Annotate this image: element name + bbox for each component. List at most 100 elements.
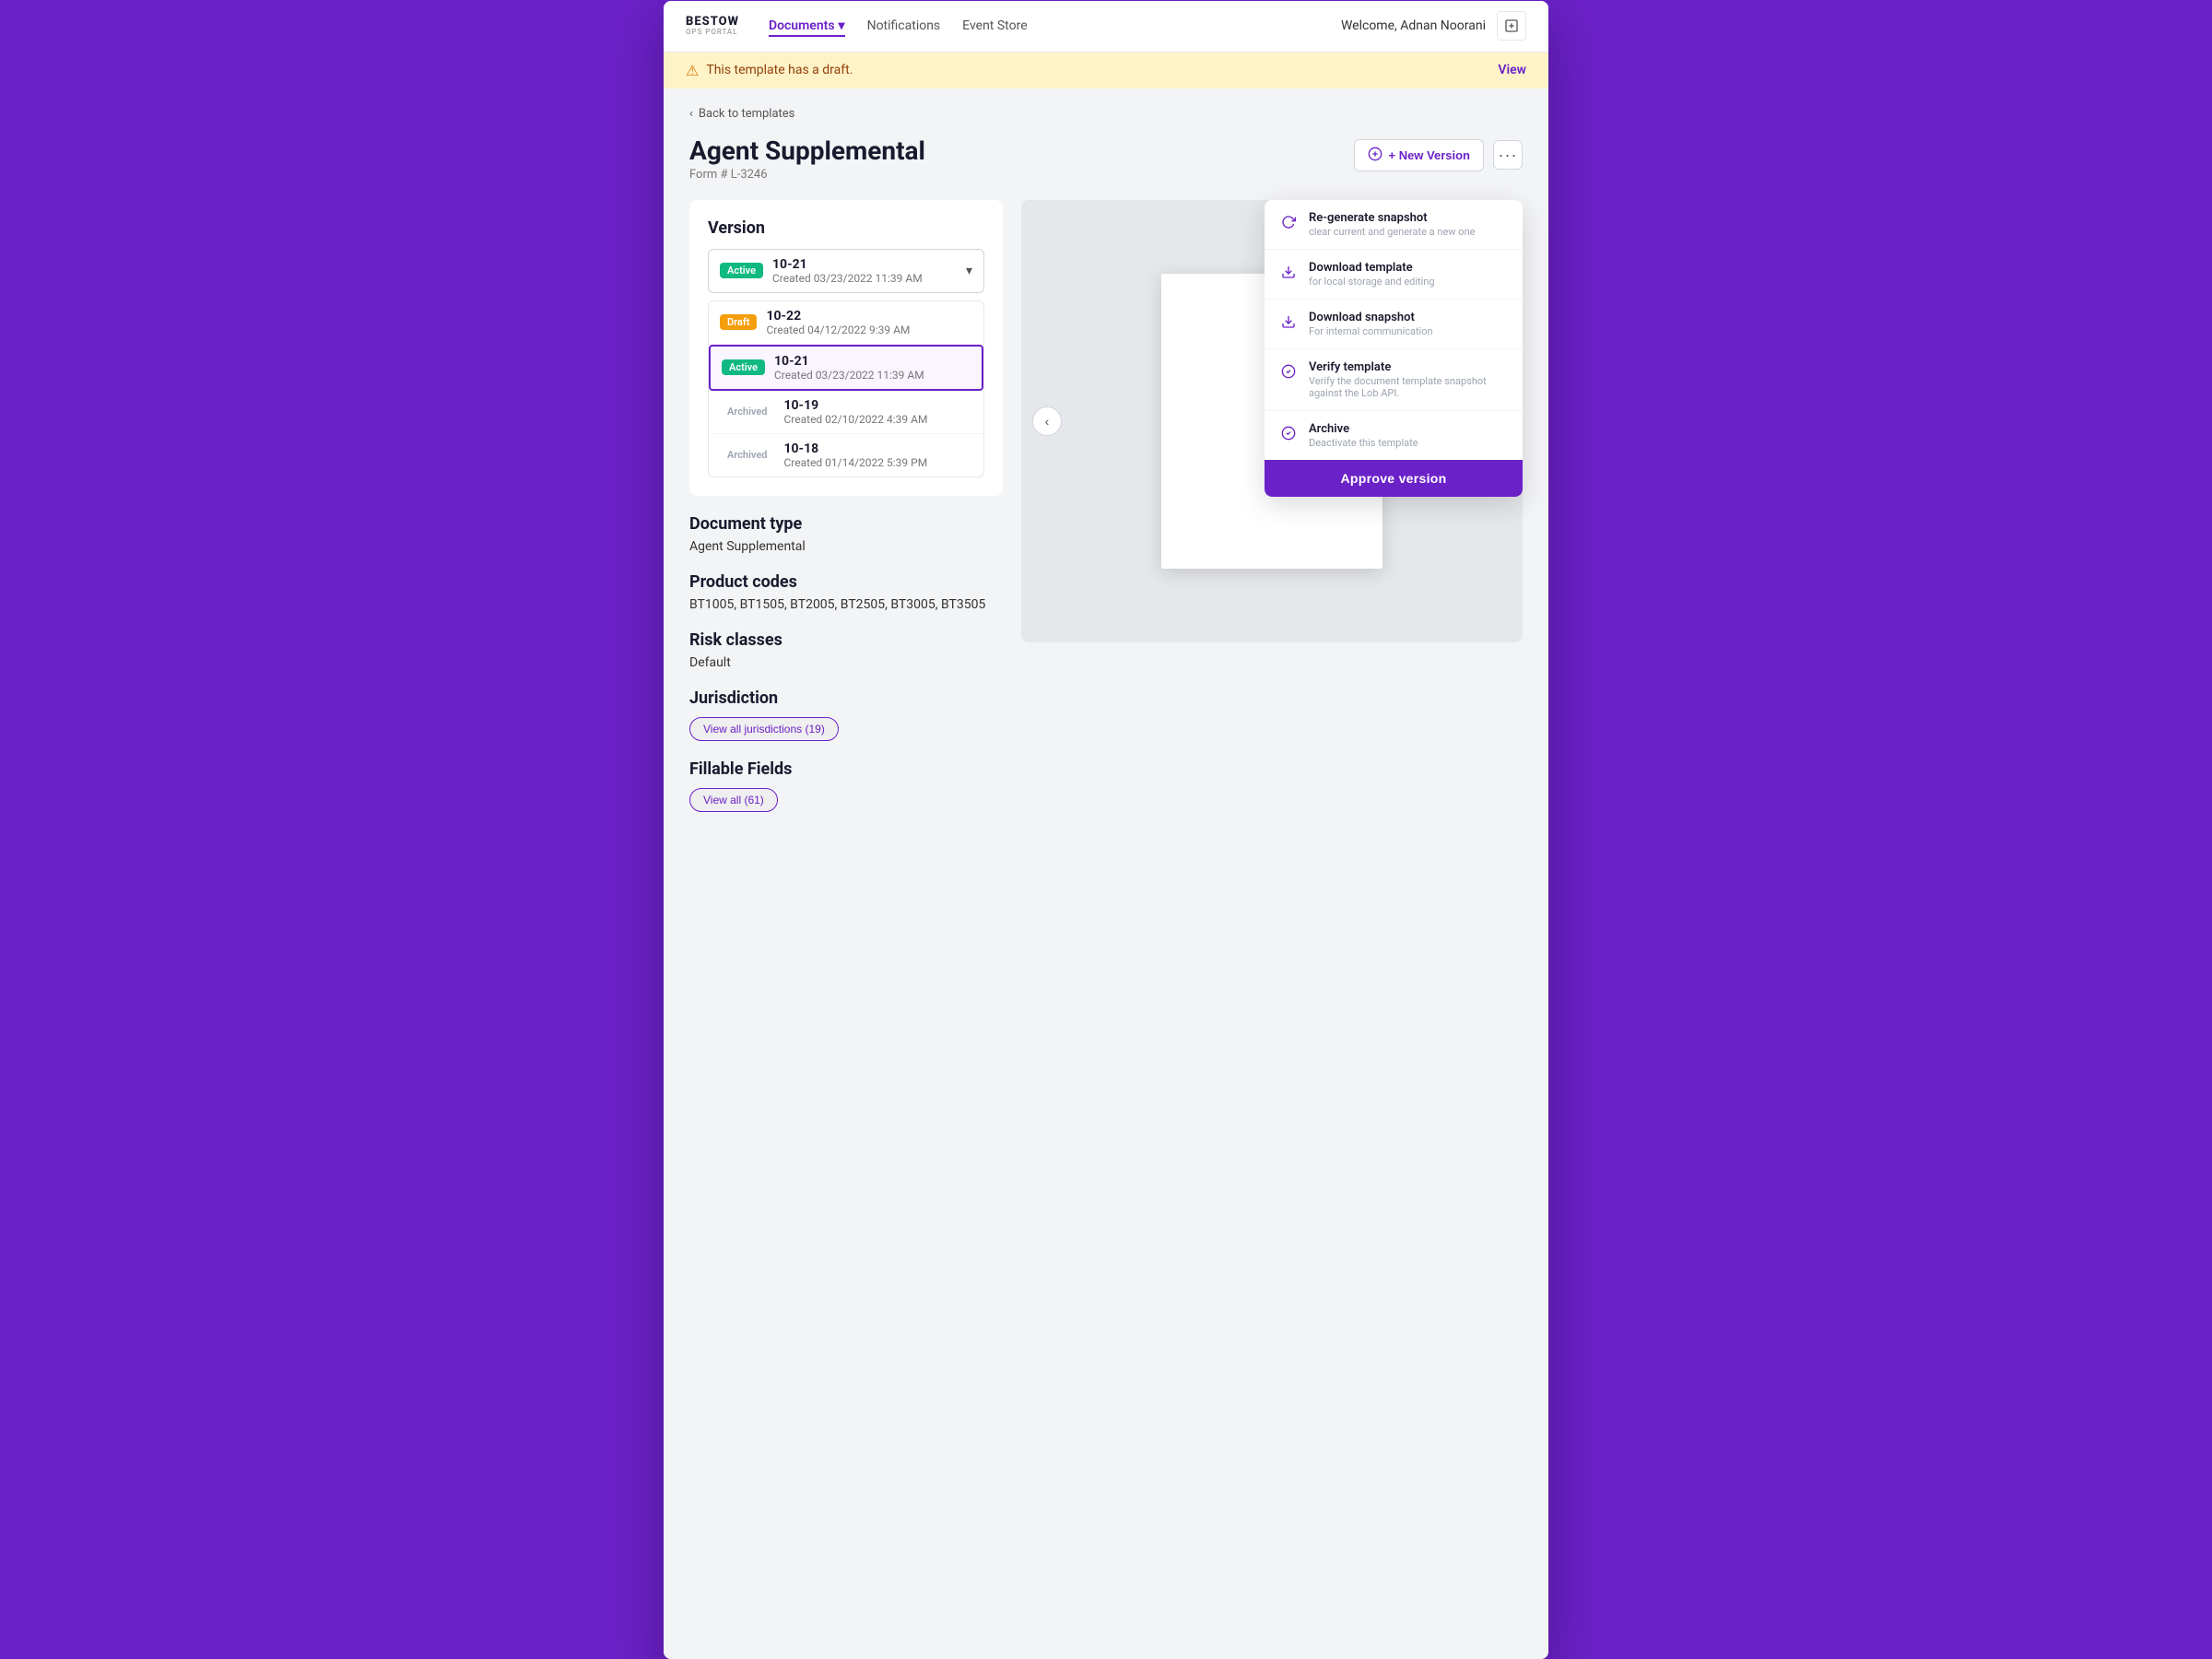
version-item-info: 10-18 Created 01/14/2022 5:39 PM <box>783 441 972 469</box>
app-container: BESTOW OPS PORTAL Documents ▾ Notificati… <box>664 1 1548 1659</box>
current-version-info: 10-21 Created 03/23/2022 11:39 AM <box>772 257 923 285</box>
menu-item-archive[interactable]: Archive Deactivate this template <box>1265 411 1523 460</box>
fillable-fields-section: Fillable Fields View all (61) <box>689 759 1003 812</box>
welcome-text: Welcome, Adnan Noorani <box>1341 18 1486 33</box>
document-type-section: Document type Agent Supplemental <box>689 514 1003 554</box>
main-content: ‹ Back to templates Agent Supplemental F… <box>664 88 1548 1659</box>
new-version-button[interactable]: + New Version <box>1354 139 1484 171</box>
approve-version-button[interactable]: Approve version <box>1265 460 1523 497</box>
page-title: Agent Supplemental <box>689 135 925 166</box>
chevron-down-icon: ▾ <box>966 264 972 278</box>
version-current-left: Active 10-21 Created 03/23/2022 11:39 AM <box>720 257 923 285</box>
menu-item-desc: For internal communication <box>1309 325 1433 337</box>
verify-icon <box>1279 362 1298 381</box>
menu-item-download-template[interactable]: Download template for local storage and … <box>1265 250 1523 300</box>
back-link[interactable]: ‹ Back to templates <box>689 107 1523 121</box>
jurisdiction-label: Jurisdiction <box>689 688 1003 708</box>
page-header: Agent Supplemental Form # L-3246 + New V… <box>689 135 1523 182</box>
more-options-button[interactable]: ··· <box>1493 140 1523 170</box>
version-date: Created 01/14/2022 5:39 PM <box>783 456 972 469</box>
menu-item-verify[interactable]: Verify template Verify the document temp… <box>1265 349 1523 411</box>
plus-circle-icon <box>1368 147 1382 164</box>
content-grid: Version Active 10-21 Created 03/23/2022 … <box>689 200 1523 812</box>
menu-item-regenerate[interactable]: Re-generate snapshot clear current and g… <box>1265 200 1523 250</box>
banner-view-link[interactable]: View <box>1498 63 1526 77</box>
current-version-num: 10-21 <box>772 257 923 272</box>
risk-classes-label: Risk classes <box>689 630 1003 650</box>
left-panel: Version Active 10-21 Created 03/23/2022 … <box>689 200 1003 812</box>
menu-item-title: Re-generate snapshot <box>1309 211 1475 225</box>
product-codes-value: BT1005, BT1505, BT2005, BT2505, BT3005, … <box>689 597 1003 612</box>
left-arrow-icon: ‹ <box>1045 414 1050 429</box>
jurisdiction-btn[interactable]: View all jurisdictions (19) <box>689 717 839 741</box>
menu-item-desc: Deactivate this template <box>1309 437 1418 449</box>
menu-item-download-snapshot[interactable]: Download snapshot For internal communica… <box>1265 300 1523 349</box>
form-number: Form # L-3246 <box>689 168 925 182</box>
version-dropdown-trigger[interactable]: Active 10-21 Created 03/23/2022 11:39 AM… <box>708 249 984 293</box>
menu-item-title: Download template <box>1309 261 1435 275</box>
version-item[interactable]: Archived 10-19 Created 02/10/2022 4:39 A… <box>709 391 983 434</box>
refresh-icon <box>1279 213 1298 231</box>
document-type-value: Agent Supplemental <box>689 539 1003 554</box>
warning-icon: ⚠ <box>686 62 699 79</box>
risk-classes-section: Risk classes Default <box>689 630 1003 670</box>
logo-text: BESTOW <box>686 16 739 28</box>
version-date: Created 04/12/2022 9:39 AM <box>766 324 972 336</box>
product-codes-label: Product codes <box>689 572 1003 592</box>
version-item[interactable]: Draft 10-22 Created 04/12/2022 9:39 AM <box>709 301 983 345</box>
fillable-fields-label: Fillable Fields <box>689 759 1003 779</box>
navbar: BESTOW OPS PORTAL Documents ▾ Notificati… <box>664 1 1548 53</box>
menu-item-text: Archive Deactivate this template <box>1309 422 1418 449</box>
nav-links: Documents ▾ Notifications Event Store <box>769 15 1341 37</box>
logo: BESTOW OPS PORTAL <box>686 16 739 36</box>
menu-item-text: Verify template Verify the document temp… <box>1309 360 1508 399</box>
version-item[interactable]: Archived 10-18 Created 01/14/2022 5:39 P… <box>709 434 983 477</box>
right-panel: ‹ › <box>1021 200 1523 812</box>
menu-item-title: Download snapshot <box>1309 311 1433 324</box>
current-version-date: Created 03/23/2022 11:39 AM <box>772 272 923 285</box>
menu-item-desc: for local storage and editing <box>1309 276 1435 288</box>
download2-icon <box>1279 312 1298 331</box>
version-date: Created 02/10/2022 4:39 AM <box>783 413 972 426</box>
version-date: Created 03/23/2022 11:39 AM <box>774 369 971 382</box>
banner-message: This template has a draft. <box>706 63 853 77</box>
download-icon <box>1279 263 1298 281</box>
version-num: 10-21 <box>774 354 971 369</box>
version-num: 10-22 <box>766 309 972 324</box>
logo-sub: OPS PORTAL <box>686 28 739 36</box>
menu-item-text: Download snapshot For internal communica… <box>1309 311 1433 337</box>
prev-page-button[interactable]: ‹ <box>1032 406 1062 436</box>
menu-item-text: Re-generate snapshot clear current and g… <box>1309 211 1475 238</box>
header-actions: + New Version ··· <box>1354 139 1523 171</box>
context-menu: Re-generate snapshot clear current and g… <box>1265 200 1523 497</box>
version-list: Draft 10-22 Created 04/12/2022 9:39 AM A… <box>708 300 984 477</box>
nav-event-store[interactable]: Event Store <box>962 15 1027 37</box>
version-badge-draft: Draft <box>720 314 757 330</box>
banner-left: ⚠ This template has a draft. <box>686 62 853 79</box>
export-icon-btn[interactable] <box>1497 11 1526 41</box>
back-link-label: Back to templates <box>699 107 795 121</box>
version-item-selected[interactable]: Active 10-21 Created 03/23/2022 11:39 AM <box>709 345 983 391</box>
nav-documents[interactable]: Documents ▾ <box>769 15 845 37</box>
menu-item-desc: clear current and generate a new one <box>1309 226 1475 238</box>
nav-notifications[interactable]: Notifications <box>867 15 941 37</box>
jurisdiction-section: Jurisdiction View all jurisdictions (19) <box>689 688 1003 741</box>
version-item-info: 10-19 Created 02/10/2022 4:39 AM <box>783 398 972 426</box>
version-item-info: 10-21 Created 03/23/2022 11:39 AM <box>774 354 971 382</box>
menu-item-title: Verify template <box>1309 360 1508 374</box>
draft-banner: ⚠ This template has a draft. View <box>664 53 1548 88</box>
version-card: Version Active 10-21 Created 03/23/2022 … <box>689 200 1003 496</box>
risk-classes-value: Default <box>689 655 1003 670</box>
menu-item-title: Archive <box>1309 422 1418 436</box>
fillable-fields-btn[interactable]: View all (61) <box>689 788 778 812</box>
current-version-badge: Active <box>720 263 763 278</box>
chevron-down-icon: ▾ <box>839 18 845 33</box>
product-codes-section: Product codes BT1005, BT1505, BT2005, BT… <box>689 572 1003 612</box>
version-item-info: 10-22 Created 04/12/2022 9:39 AM <box>766 309 972 336</box>
nav-right: Welcome, Adnan Noorani <box>1341 11 1526 41</box>
version-section-title: Version <box>708 218 984 238</box>
version-num: 10-19 <box>783 398 972 413</box>
back-arrow-icon: ‹ <box>689 107 693 121</box>
archive-icon <box>1279 424 1298 442</box>
page-title-group: Agent Supplemental Form # L-3246 <box>689 135 925 182</box>
